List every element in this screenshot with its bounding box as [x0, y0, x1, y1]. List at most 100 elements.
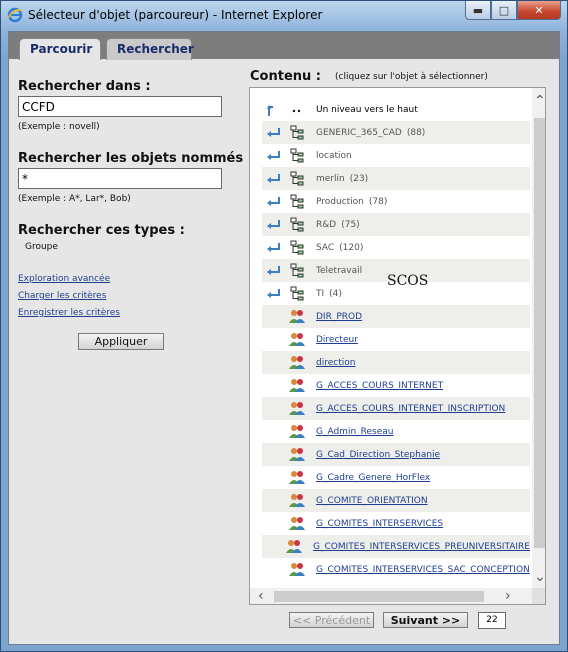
org-unit-icon	[288, 194, 306, 210]
row-label[interactable]: G_ACCES_COURS_INTERNET_INSCRIPTION	[316, 404, 505, 414]
group-row[interactable]: G_ACCES_COURS_INTERNET	[262, 374, 530, 397]
apply-button[interactable]: Appliquer	[78, 333, 164, 350]
close-button[interactable]: ✕	[517, 1, 561, 20]
row-count: (78)	[368, 196, 388, 207]
internet-explorer-icon	[7, 7, 23, 23]
row-label[interactable]: G_COMITES_INTERSERVICES_SAC_CONCEPTION	[316, 565, 530, 575]
enter-container-icon[interactable]	[264, 217, 282, 233]
row-label[interactable]: direction	[316, 358, 355, 368]
group-icon	[288, 424, 306, 440]
row-label[interactable]: DIR_PROD	[316, 312, 362, 322]
save-criteria-link[interactable]: Enregistrer les critères	[18, 308, 120, 318]
tab-parcourir[interactable]: Parcourir	[19, 38, 101, 60]
container-row[interactable]: Production (78)	[262, 190, 530, 213]
group-icon	[288, 355, 306, 371]
row-label: GENERIC_365_CAD	[316, 127, 402, 138]
horizontal-scrollbar[interactable]: ‹ ›	[250, 588, 532, 604]
search-types-label: Rechercher ces types :	[18, 223, 185, 238]
group-icon	[288, 332, 306, 348]
window-title: Sélecteur d'objet (parcoureur) - Interne…	[28, 8, 323, 22]
content-title: Contenu :	[250, 69, 321, 84]
scroll-down-icon[interactable]: ⌄	[534, 570, 545, 584]
row-label: Un niveau vers le haut	[316, 104, 418, 115]
enter-container-icon[interactable]	[264, 194, 282, 210]
next-button[interactable]: Suivant >>	[383, 612, 468, 628]
row-label: Teletravail	[316, 265, 363, 276]
group-row[interactable]: G_Cadre_Genere_HorFlex	[262, 466, 530, 489]
enter-container-icon[interactable]	[264, 263, 282, 279]
container-row[interactable]: SAC (120)	[262, 236, 530, 259]
tab-rechercher[interactable]: Rechercher	[106, 38, 194, 60]
row-label[interactable]: G_Cad_Direction_Stephanie	[316, 450, 440, 460]
row-label[interactable]: G_COMITES_INTERSERVICES	[316, 519, 443, 529]
maximize-icon: □	[498, 3, 510, 17]
group-icon	[288, 493, 306, 509]
page-size-input[interactable]: 22	[478, 612, 506, 629]
advanced-exploration-link[interactable]: Exploration avancée	[18, 274, 110, 284]
title-bar: Sélecteur d'objet (parcoureur) - Interne…	[1, 1, 567, 31]
row-label[interactable]: G_ACCES_COURS_INTERNET	[316, 381, 443, 391]
vertical-scrollbar[interactable]: ⌃ ⌄	[532, 88, 545, 588]
up-level-icon[interactable]	[264, 102, 282, 118]
search-named-input[interactable]	[18, 168, 222, 189]
group-row[interactable]: direction	[262, 351, 530, 374]
org-unit-icon	[288, 125, 306, 141]
load-criteria-link[interactable]: Charger les critères	[18, 291, 106, 301]
vertical-scroll-thumb[interactable]	[534, 118, 545, 548]
content-list[interactable]: Un niveau vers le haut GENERIC_365_CAD (88…	[249, 87, 546, 605]
group-icon	[288, 401, 306, 417]
group-row[interactable]: G_COMITES_INTERSERVICES_PREUNIVERSITAIRE	[262, 535, 530, 558]
row-count: (75)	[341, 219, 360, 230]
scroll-left-icon[interactable]: ‹	[258, 589, 264, 603]
search-in-input[interactable]	[18, 96, 222, 117]
enter-container-icon[interactable]	[264, 171, 282, 187]
row-count: (88)	[406, 127, 426, 138]
group-row[interactable]: G_ACCES_COURS_INTERNET_INSCRIPTION	[262, 397, 530, 420]
enter-container-icon[interactable]	[264, 240, 282, 256]
container-row[interactable]: merlin (23)	[262, 167, 530, 190]
group-row[interactable]: Directeur	[262, 328, 530, 351]
org-unit-icon	[288, 148, 306, 164]
row-count: (23)	[349, 173, 369, 184]
search-types-value: Groupe	[25, 242, 58, 252]
group-row[interactable]: G_COMITES_INTERSERVICES	[262, 512, 530, 535]
row-count: (4)	[329, 288, 342, 299]
content-rows: Un niveau vers le haut GENERIC_365_CAD (88…	[262, 98, 530, 581]
up-level-row[interactable]: Un niveau vers le haut	[262, 98, 530, 121]
close-icon: ✕	[534, 3, 544, 17]
row-label[interactable]: Directeur	[316, 335, 358, 345]
spacer-icon	[264, 424, 282, 440]
enter-container-icon[interactable]	[264, 125, 282, 141]
spacer-icon	[264, 332, 282, 348]
row-label[interactable]: G_COMITE_ORIENTATION	[316, 496, 428, 506]
enter-container-icon[interactable]	[264, 286, 282, 302]
group-row[interactable]: G_Admin_Reseau	[262, 420, 530, 443]
horizontal-scroll-thumb[interactable]	[274, 591, 484, 602]
group-row[interactable]: G_COMITES_INTERSERVICES_SAC_CONCEPTION	[262, 558, 530, 581]
row-label[interactable]: G_Admin_Reseau	[316, 427, 394, 437]
row-label: R&D	[316, 219, 337, 230]
parent-dots-icon	[288, 102, 306, 118]
scrollbar-corner	[532, 588, 545, 604]
container-row[interactable]: location	[262, 144, 530, 167]
minimize-button[interactable]: ▬	[465, 1, 491, 20]
row-label[interactable]: G_COMITES_INTERSERVICES_PREUNIVERSITAIRE	[313, 542, 530, 552]
group-row[interactable]: DIR_PROD	[262, 305, 530, 328]
group-row[interactable]: G_Cad_Direction_Stephanie	[262, 443, 530, 466]
row-label: merlin	[316, 173, 345, 184]
org-unit-icon	[288, 171, 306, 187]
spacer-icon	[264, 516, 282, 532]
group-icon	[288, 309, 306, 325]
container-row[interactable]: GENERIC_365_CAD (88)	[262, 121, 530, 144]
maximize-button[interactable]: □	[491, 1, 517, 20]
container-row[interactable]: R&D (75)	[262, 213, 530, 236]
scroll-up-icon[interactable]: ⌃	[534, 94, 545, 108]
enter-container-icon[interactable]	[264, 148, 282, 164]
scroll-right-icon[interactable]: ›	[505, 589, 511, 603]
org-unit-icon	[288, 217, 306, 233]
search-in-label: Rechercher dans :	[18, 79, 151, 94]
previous-button[interactable]: << Précédent	[289, 612, 374, 628]
row-label[interactable]: G_Cadre_Genere_HorFlex	[316, 473, 430, 483]
group-row[interactable]: G_COMITE_ORIENTATION	[262, 489, 530, 512]
row-label: location	[316, 150, 352, 161]
